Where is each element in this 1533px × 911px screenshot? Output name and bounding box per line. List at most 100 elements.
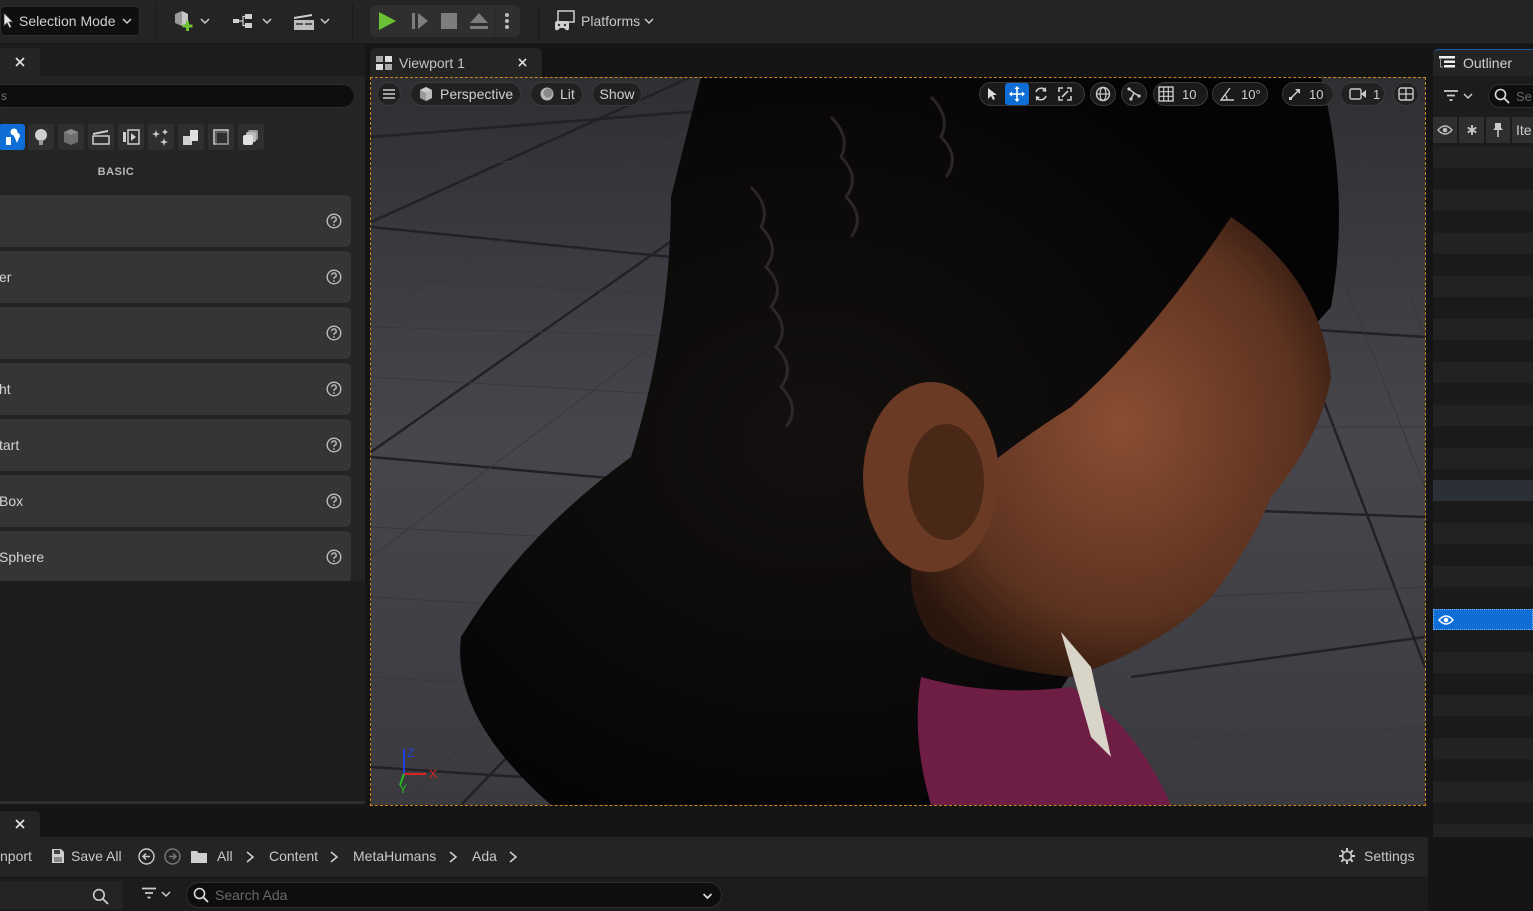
visibility-column-header[interactable] bbox=[1433, 117, 1457, 143]
category-geometry-button[interactable] bbox=[208, 124, 234, 150]
viewport-layout-button[interactable] bbox=[1393, 82, 1419, 106]
outliner-row[interactable] bbox=[1433, 319, 1533, 340]
outliner-row[interactable] bbox=[1433, 383, 1533, 404]
outliner-row[interactable] bbox=[1433, 233, 1533, 254]
outliner-row[interactable] bbox=[1433, 781, 1533, 802]
actor-list-item[interactable]: Box bbox=[0, 475, 351, 527]
stop-button[interactable] bbox=[440, 12, 458, 30]
breadcrumb-ada[interactable]: Ada bbox=[472, 848, 497, 864]
scale-snap-button[interactable]: 10 bbox=[1282, 82, 1334, 106]
outliner-row[interactable] bbox=[1433, 426, 1533, 447]
outliner-row[interactable] bbox=[1433, 448, 1533, 469]
category-basic-button[interactable] bbox=[0, 124, 25, 150]
viewport-tab[interactable]: Viewport 1 bbox=[370, 48, 542, 77]
outliner-row[interactable] bbox=[1433, 566, 1533, 587]
pin-column-header[interactable] bbox=[1486, 117, 1510, 143]
content-browser-tab[interactable] bbox=[0, 811, 40, 837]
selection-mode-dropdown[interactable]: Selection Mode bbox=[0, 6, 140, 36]
outliner-row[interactable] bbox=[1433, 631, 1533, 652]
outliner-row[interactable] bbox=[1433, 168, 1533, 189]
category-recently-placed-button[interactable] bbox=[238, 124, 264, 150]
play-options-button[interactable] bbox=[504, 12, 510, 30]
close-icon[interactable] bbox=[15, 819, 25, 829]
import-button[interactable]: nport bbox=[0, 848, 32, 864]
breadcrumb-chevron-icon[interactable] bbox=[508, 851, 518, 863]
outliner-row[interactable] bbox=[1433, 803, 1533, 824]
blueprints-button[interactable] bbox=[232, 6, 272, 36]
rotation-snap-button[interactable]: 10° bbox=[1212, 82, 1268, 106]
outliner-row-selected[interactable] bbox=[1433, 609, 1533, 630]
translate-tool-button[interactable] bbox=[1005, 83, 1029, 105]
outliner-row[interactable] bbox=[1433, 674, 1533, 695]
outliner-row[interactable] bbox=[1433, 652, 1533, 673]
category-volumes-button[interactable] bbox=[148, 124, 174, 150]
viewport-options-button[interactable] bbox=[377, 82, 401, 106]
coordinate-system-button[interactable] bbox=[1090, 82, 1116, 106]
view-mode-perspective-button[interactable]: Perspective bbox=[410, 82, 521, 106]
actor-list-item[interactable] bbox=[0, 195, 351, 247]
help-icon[interactable] bbox=[326, 549, 342, 565]
show-flags-button[interactable]: Show bbox=[592, 82, 642, 106]
outliner-row[interactable] bbox=[1433, 717, 1533, 738]
outliner-row[interactable] bbox=[1433, 502, 1533, 523]
category-all-classes-button[interactable] bbox=[178, 124, 204, 150]
outliner-row[interactable] bbox=[1433, 297, 1533, 318]
breadcrumb-chevron-icon[interactable] bbox=[448, 851, 458, 863]
pinned-column-header[interactable] bbox=[1459, 117, 1484, 143]
camera-speed-button[interactable]: 1 bbox=[1340, 82, 1385, 106]
content-browser-settings-button[interactable]: Settings bbox=[1338, 847, 1415, 865]
surface-snapping-button[interactable] bbox=[1121, 82, 1147, 106]
help-icon[interactable] bbox=[326, 493, 342, 509]
help-icon[interactable] bbox=[326, 437, 342, 453]
outliner-row[interactable] bbox=[1433, 588, 1533, 609]
breadcrumb-metahumans[interactable]: MetaHumans bbox=[353, 848, 436, 864]
outliner-row[interactable] bbox=[1433, 695, 1533, 716]
help-icon[interactable] bbox=[326, 381, 342, 397]
history-forward-icon[interactable] bbox=[164, 848, 181, 865]
outliner-row[interactable] bbox=[1433, 405, 1533, 426]
outliner-row[interactable] bbox=[1433, 340, 1533, 361]
outliner-tab[interactable]: Outliner bbox=[1433, 49, 1533, 76]
outliner-row[interactable] bbox=[1433, 738, 1533, 759]
breadcrumb-content[interactable]: Content bbox=[269, 848, 318, 864]
rotate-tool-button[interactable] bbox=[1029, 82, 1053, 106]
cinematics-button[interactable] bbox=[292, 6, 330, 36]
help-icon[interactable] bbox=[326, 213, 342, 229]
grid-snap-button[interactable]: 10 bbox=[1153, 82, 1208, 106]
outliner-row-hovered[interactable] bbox=[1433, 480, 1533, 501]
category-cinematic-button[interactable] bbox=[88, 124, 114, 150]
add-actor-button[interactable] bbox=[172, 6, 210, 36]
category-shapes-button[interactable] bbox=[58, 124, 84, 150]
folder-icon[interactable] bbox=[190, 849, 208, 864]
close-icon[interactable] bbox=[518, 58, 527, 67]
outliner-row[interactable] bbox=[1433, 362, 1533, 383]
outliner-row[interactable] bbox=[1433, 760, 1533, 781]
level-viewport[interactable]: Z X Y bbox=[371, 77, 1425, 805]
select-tool-button[interactable] bbox=[981, 82, 1005, 106]
eject-button[interactable] bbox=[469, 11, 489, 31]
play-button[interactable] bbox=[376, 10, 398, 32]
help-icon[interactable] bbox=[326, 269, 342, 285]
outliner-row[interactable] bbox=[1433, 147, 1533, 168]
horizontal-scrollbar[interactable] bbox=[0, 801, 365, 804]
eye-icon[interactable] bbox=[1438, 614, 1454, 626]
actor-list-item[interactable]: tart bbox=[0, 419, 351, 471]
breadcrumb-chevron-icon[interactable] bbox=[329, 851, 339, 863]
save-all-button[interactable]: Save All bbox=[51, 848, 122, 864]
scale-tool-button[interactable] bbox=[1053, 82, 1077, 106]
asset-search-input[interactable]: Search Ada bbox=[186, 882, 722, 908]
outliner-row[interactable] bbox=[1433, 523, 1533, 544]
help-icon[interactable] bbox=[326, 325, 342, 341]
outliner-search-input[interactable]: Se bbox=[1488, 84, 1533, 108]
category-visual-effects-button[interactable] bbox=[118, 124, 144, 150]
place-actors-tab[interactable] bbox=[0, 48, 40, 76]
actor-list-item[interactable]: ht bbox=[0, 363, 351, 415]
category-lights-button[interactable] bbox=[28, 124, 54, 150]
chevron-down-icon[interactable] bbox=[702, 891, 713, 901]
outliner-row[interactable] bbox=[1433, 545, 1533, 566]
history-back-icon[interactable] bbox=[138, 848, 155, 865]
outliner-row[interactable] bbox=[1433, 276, 1533, 297]
outliner-row[interactable] bbox=[1433, 254, 1533, 275]
actor-list-item[interactable] bbox=[0, 307, 351, 359]
view-lighting-lit-button[interactable]: Lit bbox=[530, 82, 583, 106]
